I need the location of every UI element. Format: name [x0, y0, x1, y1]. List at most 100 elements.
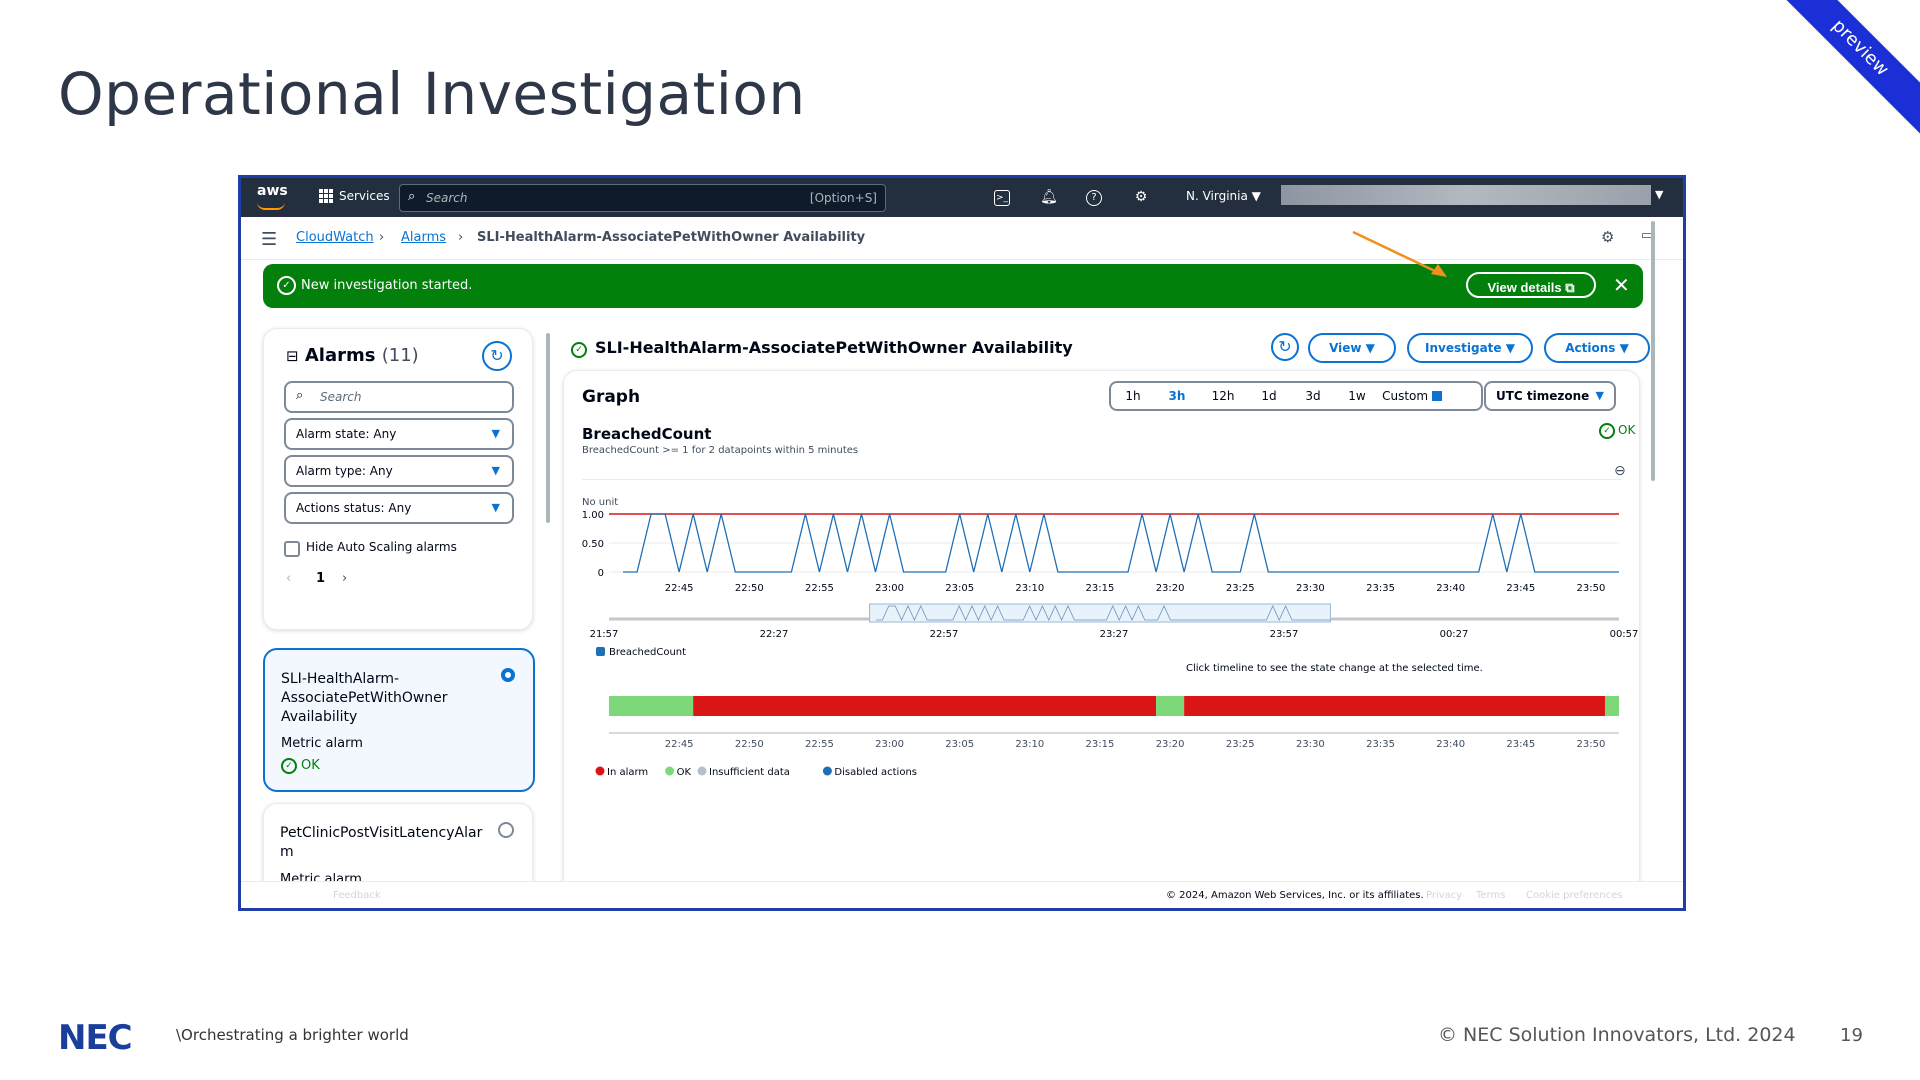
range-custom[interactable]: Custom — [1379, 389, 1445, 403]
footer-copyright: © 2024, Amazon Web Services, Inc. or its… — [1166, 890, 1424, 901]
alarm-card-radio[interactable] — [498, 822, 514, 838]
state-legend-swatch — [665, 766, 675, 776]
check-circle-icon: ✓ — [277, 276, 296, 295]
alarm-card-radio[interactable] — [501, 668, 515, 682]
legend-swatch-breachedcount — [596, 647, 605, 656]
timeline-tick-label: 23:00 — [875, 739, 904, 750]
region-selector[interactable]: N. Virginia ▼ — [1186, 189, 1261, 203]
refresh-icon[interactable]: ↻ — [482, 341, 512, 371]
state-timeline-segment — [1156, 696, 1185, 716]
check-circle-icon: ✓ — [281, 758, 297, 774]
range-12h[interactable]: 12h — [1199, 389, 1247, 403]
search-shortcut: [Option+S] — [809, 191, 877, 205]
gear-icon[interactable]: ⚙ — [1132, 188, 1150, 206]
metric-subtitle: BreachedCount >= 1 for 2 datapoints with… — [582, 445, 859, 456]
actions-button[interactable]: Actions ▼ — [1544, 333, 1650, 363]
range-1w[interactable]: 1w — [1335, 389, 1379, 403]
page-number: 19 — [1840, 1025, 1863, 1046]
breadcrumb-alarms[interactable]: Alarms — [401, 230, 446, 245]
collapse-icon[interactable]: ⊟ — [286, 347, 299, 365]
zoom-out-icon[interactable]: ⊖ — [1614, 463, 1626, 479]
timeline-tick-label: 23:25 — [1226, 739, 1255, 750]
timeline-tick-label: 22:45 — [665, 739, 694, 750]
terms-link[interactable]: Terms — [1476, 890, 1505, 901]
alarm-type-select[interactable]: Alarm type: Any ▼ — [284, 455, 514, 487]
alarm-card-kind: Metric alarm — [281, 736, 363, 751]
services-menu[interactable]: Services — [319, 189, 390, 203]
cookie-link[interactable]: Cookie preferences — [1526, 890, 1622, 901]
state-legend-label: In alarm — [607, 767, 648, 778]
breadcrumb-cloudwatch[interactable]: CloudWatch — [296, 230, 374, 245]
x-tick-label: 23:45 — [1506, 583, 1535, 594]
alarm-card-selected[interactable]: SLI-HealthAlarm-AssociatePetWithOwner Av… — [263, 648, 535, 792]
alarm-state-select[interactable]: Alarm state: Any ▼ — [284, 418, 514, 450]
panel-resize-handle[interactable] — [546, 333, 550, 523]
investigate-button[interactable]: Investigate ▼ — [1407, 333, 1533, 363]
pagination-next[interactable]: › — [342, 571, 347, 586]
pagination-page[interactable]: 1 — [316, 571, 325, 586]
navigator-window — [869, 603, 1331, 623]
timeline-tick-label: 23:20 — [1156, 739, 1185, 750]
x-tick-label: 22:50 — [735, 583, 764, 594]
x-tick-label: 23:40 — [1436, 583, 1465, 594]
cloudshell-icon[interactable]: >_ — [994, 190, 1010, 206]
pagination-prev[interactable]: ‹ — [286, 571, 291, 586]
hide-autoscaling-checkbox[interactable] — [284, 541, 300, 557]
x-tick-label: 22:55 — [805, 583, 834, 594]
navigator-tick-label: 23:57 — [1270, 629, 1299, 640]
x-tick-label: 23:00 — [875, 583, 904, 594]
settings-icon[interactable]: ⚙ — [1601, 228, 1614, 246]
chevron-right-icon: › — [379, 230, 385, 245]
x-tick-label: 23:20 — [1156, 583, 1185, 594]
refresh-icon[interactable]: ↻ — [1271, 333, 1299, 361]
state-timeline-segment — [609, 696, 694, 716]
timeline-hint: Click timeline to see the state change a… — [1186, 663, 1483, 674]
timeline-tick-label: 23:45 — [1506, 739, 1535, 750]
state-timeline-segment — [693, 696, 1157, 716]
search-icon: ⌕ — [408, 189, 416, 204]
chevron-down-icon[interactable]: ▼ — [1655, 188, 1663, 201]
range-3d[interactable]: 3d — [1291, 389, 1335, 403]
feedback-link[interactable]: Feedback — [333, 890, 381, 901]
actions-status-select[interactable]: Actions status: Any ▼ — [284, 492, 514, 524]
help-icon[interactable]: ? — [1086, 190, 1102, 206]
menu-icon[interactable]: ☰ — [261, 229, 277, 250]
navigator-tick-label: 00:57 — [1610, 629, 1639, 640]
state-badge: ✓ OK — [1599, 423, 1635, 439]
console-footer: Feedback © 2024, Amazon Web Services, In… — [241, 881, 1683, 908]
divider — [582, 479, 1622, 480]
x-tick-label: 23:30 — [1296, 583, 1325, 594]
range-3h[interactable]: 3h — [1155, 389, 1199, 403]
view-details-button[interactable]: View details ⧉ — [1466, 272, 1596, 298]
privacy-link[interactable]: Privacy — [1426, 890, 1462, 901]
close-icon[interactable]: ✕ — [1613, 273, 1630, 297]
alarm-card-name: PetClinicPostVisitLatencyAlarm — [280, 825, 483, 860]
account-menu-redacted[interactable] — [1281, 185, 1651, 205]
check-circle-icon: ✓ — [571, 342, 587, 358]
timeline-tick-label: 23:30 — [1296, 739, 1325, 750]
view-button[interactable]: View ▼ — [1308, 333, 1396, 363]
console-screenshot: aws Services ⌕ Search [Option+S] >_ 🔔︎ ?… — [238, 175, 1686, 911]
timezone-select[interactable]: UTC timezone ▼ — [1484, 381, 1616, 411]
nec-logo: NEC — [58, 1018, 133, 1058]
page-scrollbar[interactable] — [1651, 221, 1655, 481]
state-timeline-segment — [1184, 696, 1605, 716]
breadcrumb: ☰ CloudWatch › Alarms › SLI-HealthAlarm-… — [241, 217, 1683, 260]
alarm-card-name: SLI-HealthAlarm-AssociatePetWithOwner Av… — [281, 671, 448, 725]
range-1d[interactable]: 1d — [1247, 389, 1291, 403]
aws-logo[interactable]: aws — [257, 183, 288, 199]
range-1h[interactable]: 1h — [1111, 389, 1155, 403]
state-timeline-segment — [1604, 696, 1619, 716]
alarm-search-input[interactable]: ⌕ Search — [284, 381, 514, 413]
alarms-list-panel: ⊟ Alarms (11) ↻ ⌕ Search Alarm state: An… — [263, 328, 533, 630]
grid-icon — [319, 189, 333, 203]
metric-chart[interactable]: 0 0.50 1.00 22:45 22:50 22:55 23:00 23:05 23:10 2… — [564, 481, 1639, 911]
search-placeholder: Search — [426, 191, 468, 205]
x-tick-label: 23:35 — [1366, 583, 1395, 594]
hide-autoscaling-label: Hide Auto Scaling alarms — [306, 540, 457, 554]
global-search-input[interactable]: ⌕ Search [Option+S] — [399, 184, 886, 212]
bell-icon[interactable]: 🔔︎ — [1040, 188, 1058, 206]
state-legend-swatch — [822, 766, 832, 776]
alarms-count: (11) — [381, 345, 419, 366]
x-tick-label: 22:45 — [665, 583, 694, 594]
